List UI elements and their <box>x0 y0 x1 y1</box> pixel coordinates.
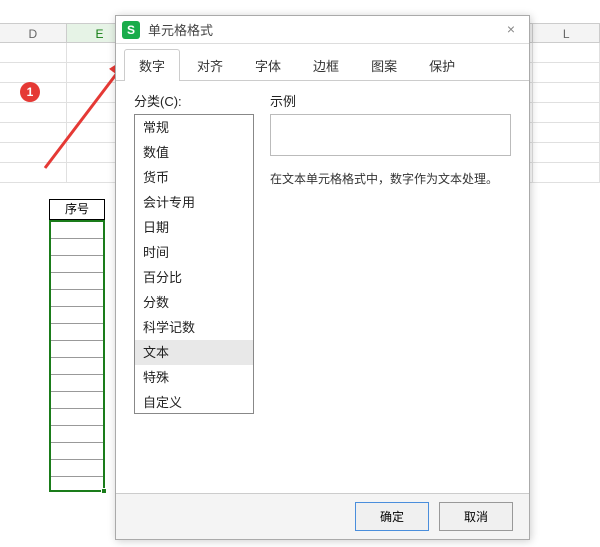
tab-align[interactable]: 对齐 <box>182 49 238 81</box>
category-item-general[interactable]: 常规 <box>135 115 253 140</box>
tab-number[interactable]: 数字 <box>124 49 180 81</box>
app-icon: S <box>122 21 140 39</box>
tab-font[interactable]: 字体 <box>240 49 296 81</box>
selected-range[interactable] <box>49 220 105 492</box>
category-list[interactable]: 常规 数值 货币 会计专用 日期 时间 百分比 分数 科学记数 文本 特殊 自定… <box>134 114 254 414</box>
category-item-special[interactable]: 特殊 <box>135 365 253 390</box>
tab-pattern[interactable]: 图案 <box>356 49 412 81</box>
category-item-text[interactable]: 文本 <box>135 340 253 365</box>
dialog-body: 分类(C): 常规 数值 货币 会计专用 日期 时间 百分比 分数 科学记数 文… <box>116 81 529 493</box>
example-box <box>270 114 511 156</box>
dialog-footer: 确定 取消 <box>116 493 529 539</box>
annotation-badge-1: 1 <box>20 82 40 102</box>
category-item-currency[interactable]: 货币 <box>135 165 253 190</box>
cell-format-dialog: S 单元格格式 × 数字 对齐 字体 边框 图案 保护 分类(C): 常规 数值… <box>115 15 530 540</box>
user-header-cell[interactable]: 序号 <box>49 199 105 220</box>
cancel-button[interactable]: 取消 <box>439 502 513 531</box>
ok-button[interactable]: 确定 <box>355 502 429 531</box>
category-item-date[interactable]: 日期 <box>135 215 253 240</box>
col-header-l[interactable]: L <box>533 23 600 43</box>
close-button[interactable]: × <box>499 20 523 40</box>
category-item-fraction[interactable]: 分数 <box>135 290 253 315</box>
category-item-accounting[interactable]: 会计专用 <box>135 190 253 215</box>
fill-handle[interactable] <box>101 488 107 494</box>
category-item-time[interactable]: 时间 <box>135 240 253 265</box>
format-description: 在文本单元格格式中，数字作为文本处理。 <box>270 170 511 189</box>
dialog-title: 单元格格式 <box>148 20 499 39</box>
category-label: 分类(C): <box>134 91 254 110</box>
category-item-number[interactable]: 数值 <box>135 140 253 165</box>
tab-border[interactable]: 边框 <box>298 49 354 81</box>
category-item-percent[interactable]: 百分比 <box>135 265 253 290</box>
example-label: 示例 <box>270 91 511 110</box>
dialog-tabs: 数字 对齐 字体 边框 图案 保护 <box>116 44 529 81</box>
dialog-titlebar[interactable]: S 单元格格式 × <box>116 16 529 44</box>
tab-protect[interactable]: 保护 <box>414 49 470 81</box>
category-item-scientific[interactable]: 科学记数 <box>135 315 253 340</box>
col-header-d[interactable]: D <box>0 23 67 43</box>
category-item-custom[interactable]: 自定义 <box>135 390 253 414</box>
